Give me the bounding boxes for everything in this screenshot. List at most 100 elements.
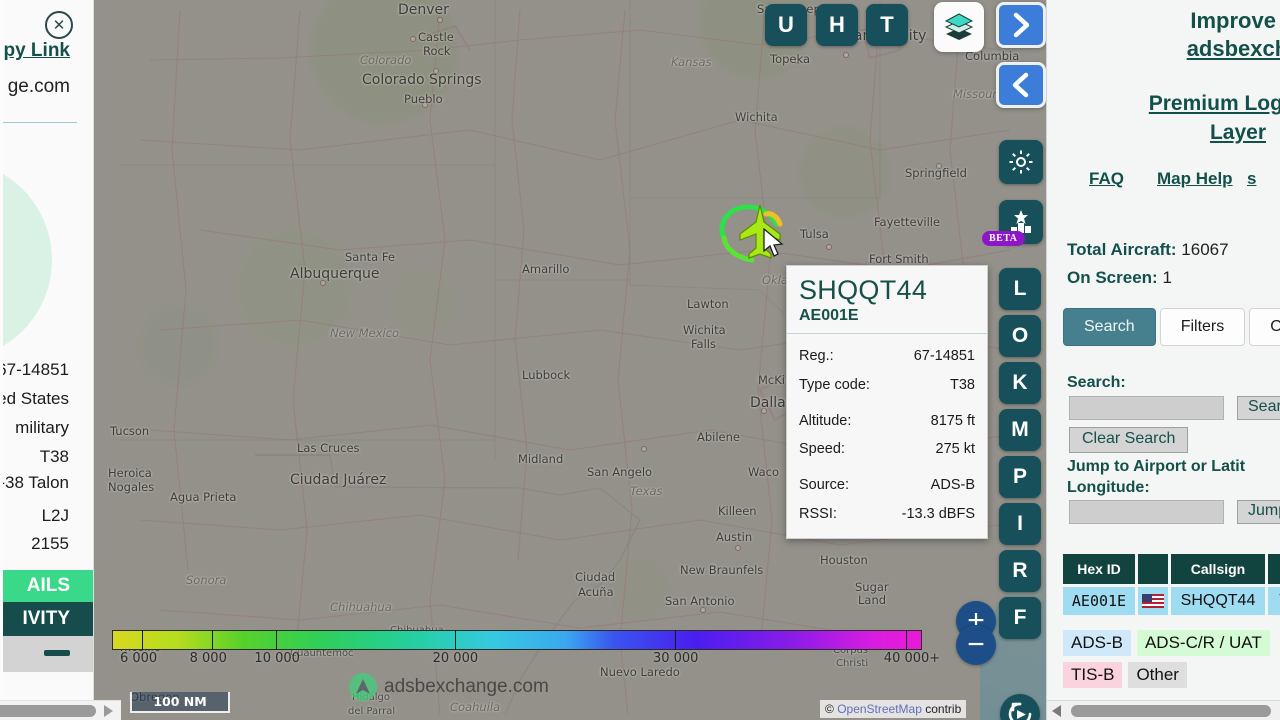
settings-button[interactable] <box>999 140 1043 184</box>
left-panel-vertical-scrollbar[interactable] <box>0 0 3 700</box>
table-cell[interactable]: AE001E <box>1063 587 1135 615</box>
altitude-tick <box>276 630 278 650</box>
legend-item-adsb: ADS-B <box>1063 630 1131 656</box>
copy-link-label[interactable]: ppy Link <box>0 40 93 62</box>
sidebar-horizontal-scrollbar[interactable] <box>1047 700 1280 720</box>
adsbexchange-logo-icon <box>349 673 377 701</box>
left-panel-horizontal-scrollbar[interactable] <box>0 700 121 720</box>
table-row[interactable]: AE001E SHQQT44T38 <box>1063 587 1280 615</box>
improve-coverage-title: Improve Cov <box>1190 8 1280 33</box>
extra-nav-link[interactable]: s <box>1247 169 1256 189</box>
clear-search-button[interactable]: Clear Search <box>1069 427 1189 453</box>
details-section-header[interactable]: AILS <box>0 570 93 602</box>
openstreetmap-link[interactable]: OpenStreetMap <box>837 702 922 716</box>
map-button-l[interactable]: L <box>999 268 1041 310</box>
tooltip-spacer <box>799 463 975 471</box>
activity-slider-handle[interactable] <box>44 650 70 656</box>
scroll-left-arrow-icon[interactable] <box>1052 705 1061 717</box>
table-header-cell[interactable]: Typ <box>1268 554 1280 584</box>
map-button-label: P <box>1012 465 1027 488</box>
sidebar-hscroll-thumb[interactable] <box>1071 705 1271 717</box>
osm-attribution[interactable]: © OpenStreetMap contrib <box>820 700 967 718</box>
tooltip-row-key: Reg.: <box>799 348 834 365</box>
map-button-o[interactable]: O <box>999 315 1041 357</box>
scroll-right-arrow-icon[interactable] <box>104 705 113 717</box>
panel-divider <box>0 122 77 123</box>
altitude-tick <box>211 630 213 650</box>
tooltip-row-value: 275 kt <box>935 441 976 458</box>
map-button-i[interactable]: I <box>999 503 1041 545</box>
map-button-h-label: H <box>829 12 845 37</box>
faq-link[interactable]: FAQ <box>1089 169 1124 189</box>
expand-right-button[interactable] <box>996 2 1046 48</box>
mouse-cursor-icon <box>763 228 784 257</box>
source-legend: ADS-B ADS-C/R / UAT TIS-B Other <box>1063 630 1270 694</box>
on-screen-label: On Screen: <box>1067 268 1158 287</box>
map-button-k[interactable]: K <box>999 362 1041 404</box>
flag-us-icon[interactable] <box>1138 587 1168 615</box>
map-button-m[interactable]: M <box>999 409 1041 451</box>
collapse-left-button[interactable] <box>996 62 1046 108</box>
map-button-h[interactable]: H <box>816 4 858 46</box>
jump-input[interactable] <box>1069 500 1224 524</box>
aircraft-spec-value: military <box>15 418 69 437</box>
altitude-tick <box>905 630 907 650</box>
gear-icon <box>1009 150 1033 174</box>
aircraft-table[interactable]: Hex ID CallsignTyp AE001E SHQQT44T38 <box>1063 554 1280 615</box>
on-screen-stat: On Screen: 1 <box>1067 268 1172 288</box>
table-header-cell[interactable] <box>1138 554 1168 584</box>
table-header-cell[interactable]: Hex ID <box>1063 554 1135 584</box>
map-button-t[interactable]: T <box>866 4 908 46</box>
tooltip-identity-rows: Reg.: 67-14851 Type code: T38 <box>799 342 975 399</box>
map-button-f[interactable]: F <box>999 597 1041 639</box>
aircraft-spec-value: T-38 Talon <box>0 473 69 492</box>
table-cell[interactable]: T38 <box>1268 587 1280 615</box>
jump-label-line2: Longitude: <box>1067 479 1150 496</box>
tooltip-row-value: 67-14851 <box>913 348 975 365</box>
table-cell[interactable]: SHQQT44 <box>1171 587 1265 615</box>
map-letter-button-column[interactable]: L O K M P I R F <box>999 268 1041 644</box>
map-button-t-label: T <box>880 12 894 37</box>
altitude-tick-label: 20 000 <box>432 651 479 666</box>
tab-search[interactable]: Search <box>1063 308 1156 346</box>
altitude-tick <box>141 630 143 650</box>
map-button-u[interactable]: U <box>765 4 807 46</box>
tooltip-signal-rows: Source: ADS-B RSSI: -13.3 dBFS <box>799 471 975 528</box>
map-button-p[interactable]: P <box>999 456 1041 498</box>
aircraft-tooltip[interactable]: SHQQT44 AE001E Reg.: 67-14851 Type code: T3… <box>786 265 988 539</box>
tooltip-row-key: Type code: <box>799 376 870 393</box>
altitude-tick <box>674 630 676 650</box>
sidebar-tabs[interactable]: SearchFiltersO <box>1063 308 1280 346</box>
tab-o[interactable]: O <box>1249 308 1280 346</box>
adsbexchange-watermark: adsbexchange.com <box>348 672 549 702</box>
map-button-label: R <box>1012 559 1028 582</box>
jump-button[interactable]: Jump <box>1237 500 1280 524</box>
adsbexchange-link[interactable]: adsbexchang <box>1127 36 1280 62</box>
tooltip-body: Reg.: 67-14851 Type code: T38 Altitude: 8175… <box>787 334 987 538</box>
close-icon[interactable]: ✕ <box>45 11 73 39</box>
tooltip-callsign: SHQQT44 <box>799 275 928 305</box>
premium-layer-link[interactable]: Layer <box>1073 121 1280 145</box>
tooltip-row-key: Altitude: <box>799 412 852 429</box>
map-button-r[interactable]: R <box>999 550 1041 592</box>
map-help-link[interactable]: Map Help <box>1157 169 1233 189</box>
activity-section-header[interactable]: IVITY <box>0 602 93 636</box>
tooltip-row: Speed: 275 kt <box>799 435 975 463</box>
tooltip-row: RSSI: -13.3 dBFS <box>799 500 975 528</box>
search-input[interactable] <box>1069 396 1224 420</box>
tooltip-row-value: 8175 ft <box>930 412 975 429</box>
tooltip-hex-id: AE001E <box>799 307 859 325</box>
premium-login-link[interactable]: Premium Login: n <box>1073 92 1280 116</box>
jump-label-line1: Jump to Airport or Latit <box>1067 458 1246 475</box>
tab-filters[interactable]: Filters <box>1159 308 1246 346</box>
table-header-cell[interactable]: Callsign <box>1171 554 1265 584</box>
activity-slider-area[interactable] <box>0 636 93 672</box>
aircraft-detail-panel[interactable]: ✕ ppy Link ge.com 67-14851 ited States mil… <box>0 0 94 720</box>
attribution-copyright: © <box>825 702 834 716</box>
sidebar-panel[interactable]: Improve Cov adsbexchang Premium Login: n… <box>1046 0 1280 720</box>
left-hscroll-thumb[interactable] <box>0 705 96 717</box>
search-button[interactable]: Sear <box>1237 396 1280 420</box>
tooltip-row-key: Source: <box>799 477 849 494</box>
zoom-out-button[interactable]: − <box>956 625 996 665</box>
layers-button[interactable] <box>934 2 984 52</box>
